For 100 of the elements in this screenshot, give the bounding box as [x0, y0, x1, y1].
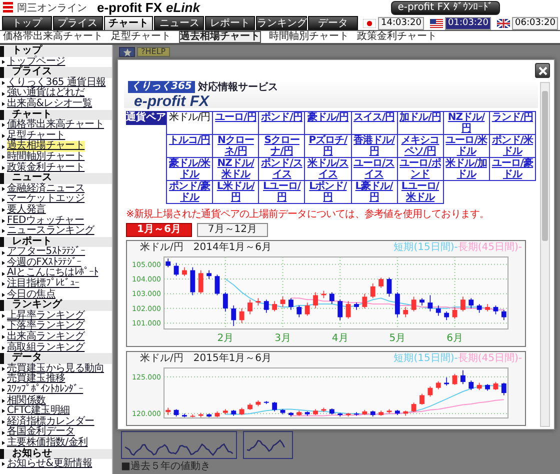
- period-tab[interactable]: 1月～6月: [126, 223, 192, 237]
- sidebar-link[interactable]: くりっく365 通貨日報: [7, 78, 106, 88]
- nav-tab[interactable]: レポート: [205, 16, 256, 30]
- subnav-link[interactable]: 時間軸別チャート: [269, 31, 349, 43]
- nav-tab[interactable]: ランキング: [256, 16, 308, 30]
- candlestick: [296, 410, 302, 416]
- currency-pair-link[interactable]: ランド/円: [490, 112, 536, 135]
- subnav-link[interactable]: 価格帯出来高チャート: [3, 31, 103, 43]
- sidebar-link[interactable]: マーケットエッジ: [7, 194, 85, 205]
- scrollbar[interactable]: [540, 82, 550, 427]
- currency-pair-link[interactable]: L豪ドル/円: [352, 181, 398, 204]
- sidebar-link[interactable]: 上昇率ランキング: [7, 310, 85, 322]
- candlestick: [313, 292, 318, 309]
- sidebar-link[interactable]: 経済指標カレンダー: [7, 416, 94, 428]
- sidebar-link[interactable]: 価格帯出来高チャート: [7, 120, 104, 131]
- currency-pair-link[interactable]: ポンド/円: [259, 112, 306, 135]
- candlestick: [420, 393, 424, 406]
- sidebar-link[interactable]: 出来高ランキング: [7, 332, 85, 343]
- currency-pair-link[interactable]: ユーロ/米ドル: [444, 135, 490, 158]
- currency-pair-link[interactable]: Sクローナ/円: [259, 135, 306, 158]
- period-tab[interactable]: 7月～12月: [196, 223, 268, 237]
- currency-pair-link[interactable]: 香港ドル/円: [352, 135, 398, 158]
- sidebar-link[interactable]: 過去相場チャート: [7, 141, 85, 152]
- candlestick: [394, 410, 400, 416]
- currency-pair-link[interactable]: スイス/円: [352, 112, 398, 135]
- candlestick: [411, 402, 416, 413]
- currency-pair-link[interactable]: Pズロチ/円: [305, 135, 352, 158]
- close-button[interactable]: [535, 63, 550, 78]
- currency-pair-link[interactable]: Lユーロ/米ドル: [398, 181, 444, 204]
- currency-pair-link[interactable]: 加ドル/円: [398, 112, 444, 135]
- candlestick: [280, 296, 286, 308]
- nav-tab[interactable]: チャート: [104, 16, 154, 30]
- currency-pair-link[interactable]: メキシコペソ/円: [398, 135, 444, 158]
- bullet-icon: [2, 314, 5, 318]
- currency-pair-link[interactable]: 米ドル/円: [167, 112, 214, 135]
- candlestick: [174, 408, 179, 417]
- nav-tab[interactable]: プライス: [52, 16, 103, 30]
- currency-pair-link[interactable]: 米ドル/加ドル: [444, 158, 490, 181]
- currency-pair-link[interactable]: 豪ドル/米ドル: [167, 158, 214, 181]
- favorite-button[interactable]: [119, 47, 135, 57]
- nav-tab[interactable]: データ: [308, 16, 358, 30]
- nav-tab[interactable]: トップ: [2, 16, 52, 30]
- bullet-icon: [2, 155, 5, 160]
- subnav-link[interactable]: 政策金利チャート: [357, 31, 437, 43]
- subnav-link[interactable]: 過去相場チャート: [179, 31, 261, 43]
- candlestick: [231, 305, 236, 326]
- candlestick: [304, 410, 310, 416]
- sidebar-link[interactable]: 時間軸別チャート: [7, 152, 85, 163]
- bullet-icon: [2, 250, 5, 255]
- sidebar-link[interactable]: 金融経済ニュース: [7, 184, 85, 194]
- candlestick: [288, 298, 294, 310]
- sidebar-link[interactable]: 売買建玉推移: [7, 374, 66, 385]
- sidebar-link[interactable]: 今週のFXｽﾄﾗﾃｼﾞｰ: [7, 258, 82, 268]
- sidebar-link[interactable]: お知らせ&更新情報: [7, 459, 92, 470]
- currency-pair-link[interactable]: NZドル/円: [444, 112, 490, 135]
- currency-pair-link[interactable]: ポンド/米ドル: [490, 135, 536, 158]
- legend-label: 短期(15日間)-: [394, 353, 458, 365]
- bullet-icon: [2, 272, 5, 276]
- bullet-icon: [2, 346, 5, 350]
- sidebar-link[interactable]: CFTC建玉明細: [7, 406, 70, 417]
- clock-time: 06:03:20: [512, 16, 558, 30]
- sidebar-link[interactable]: 強い通貨はどれだ: [7, 88, 85, 99]
- sidebar-link[interactable]: 各国金利データ: [7, 427, 75, 438]
- bullet-icon: [2, 187, 5, 192]
- currency-pair-link[interactable]: ポンド/スイス: [259, 158, 306, 181]
- bullet-icon: [2, 92, 5, 96]
- sidebar-link[interactable]: 売買建玉から見る動向: [7, 364, 104, 374]
- bullet-icon: [2, 398, 5, 403]
- sidebar-link[interactable]: 要人発言: [7, 204, 46, 216]
- currency-pair-link[interactable]: トルコ/円: [167, 135, 214, 158]
- candlestick: [272, 401, 278, 412]
- currency-pair-link[interactable]: ユーロ/円: [213, 112, 260, 135]
- sidebar-link[interactable]: ニュースランキング: [7, 226, 94, 237]
- download-button[interactable]: e-profit FX ﾀﾞｳﾝﾛｰﾄﾞ: [390, 0, 500, 14]
- subnav-link[interactable]: 足型チャート: [111, 31, 171, 43]
- currency-pair-link[interactable]: 豪ドル/円: [305, 112, 352, 135]
- currency-pair-link[interactable]: ユーロ/スイス: [352, 158, 398, 181]
- sidebar-link[interactable]: ｽﾜｯﾌﾟﾎﾟｲﾝﾄｶﾚﾝﾀﾞｰ: [7, 385, 84, 396]
- currency-pair-link[interactable]: NZドル/米ドル: [213, 158, 260, 181]
- candlestick: [436, 380, 441, 390]
- currency-pair-link[interactable]: Lポンド/円: [305, 181, 352, 204]
- sidebar-link[interactable]: 高取組ランキング: [7, 342, 85, 354]
- sidebar-link[interactable]: 足型チャート: [7, 130, 66, 142]
- sidebar-link[interactable]: 出来高&レシオ一覧: [7, 98, 92, 110]
- sidebar-link[interactable]: 主要株価指数/金利: [7, 438, 88, 449]
- sidebar-link[interactable]: 相関係数: [7, 396, 46, 406]
- help-button[interactable]: ?HELP: [137, 47, 170, 57]
- currency-pair-link[interactable]: L米ドル/円: [213, 181, 260, 204]
- sidebar-link[interactable]: 政策金利チャート: [7, 162, 85, 174]
- sidebar-link[interactable]: アフター5ｽﾄﾗﾃｼﾞｰ: [7, 247, 86, 258]
- nav-tab[interactable]: ニュース: [154, 16, 204, 30]
- currency-pair-link[interactable]: ポンド/豪ドル: [167, 181, 214, 204]
- currency-pair-link[interactable]: Nクローネ/円: [213, 135, 260, 158]
- sidebar-link[interactable]: 注目指標ﾌﾟﾚﾋﾞｭｰ: [7, 279, 80, 290]
- sidebar-link[interactable]: FEDウォッチャー: [7, 216, 84, 226]
- sidebar-link[interactable]: 今日の焦点: [7, 290, 56, 300]
- currency-pair-link[interactable]: ユーロ/豪ドル: [490, 158, 536, 181]
- currency-pair-link[interactable]: Lユーロ/円: [259, 181, 306, 204]
- currency-pair-link[interactable]: 米ドル/スイス: [305, 158, 352, 181]
- currency-pair-link[interactable]: ユーロ/ポンド: [398, 158, 444, 181]
